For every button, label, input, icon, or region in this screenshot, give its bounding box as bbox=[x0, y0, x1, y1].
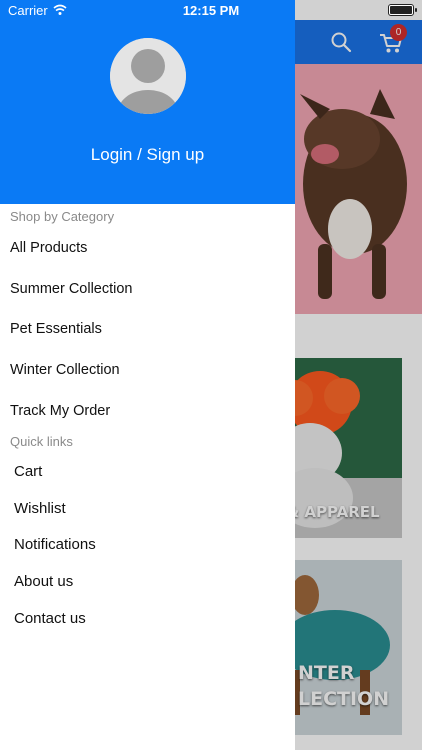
quick-link-notifications[interactable]: Notifications bbox=[14, 536, 280, 553]
nav-item-winter-collection[interactable]: Winter Collection bbox=[10, 362, 280, 378]
avatar-icon bbox=[110, 38, 186, 114]
navigation-drawer: Login / Sign up Shop by Category All Pro… bbox=[0, 0, 295, 750]
quick-link-cart[interactable]: Cart bbox=[14, 463, 280, 480]
nav-item-track-my-order[interactable]: Track My Order bbox=[10, 403, 280, 419]
login-signup-link[interactable]: Login / Sign up bbox=[0, 145, 295, 165]
nav-item-summer-collection[interactable]: Summer Collection bbox=[10, 281, 280, 297]
nav-item-pet-essentials[interactable]: Pet Essentials bbox=[10, 321, 280, 337]
drawer-header: Login / Sign up bbox=[0, 0, 295, 204]
clock: 12:15 PM bbox=[182, 3, 240, 18]
quick-link-wishlist[interactable]: Wishlist bbox=[14, 500, 280, 517]
battery-icon bbox=[388, 4, 417, 16]
nav-item-all-products[interactable]: All Products bbox=[10, 240, 280, 256]
shop-by-category-heading: Shop by Category bbox=[10, 209, 115, 224]
quick-link-contact-us[interactable]: Contact us bbox=[14, 610, 280, 627]
quick-link-about-us[interactable]: About us bbox=[14, 573, 280, 590]
quick-links-heading: Quick links bbox=[10, 434, 73, 449]
battery-level bbox=[390, 6, 412, 14]
avatar[interactable] bbox=[110, 38, 186, 114]
status-bar: Carrier 12:15 PM bbox=[0, 0, 422, 20]
